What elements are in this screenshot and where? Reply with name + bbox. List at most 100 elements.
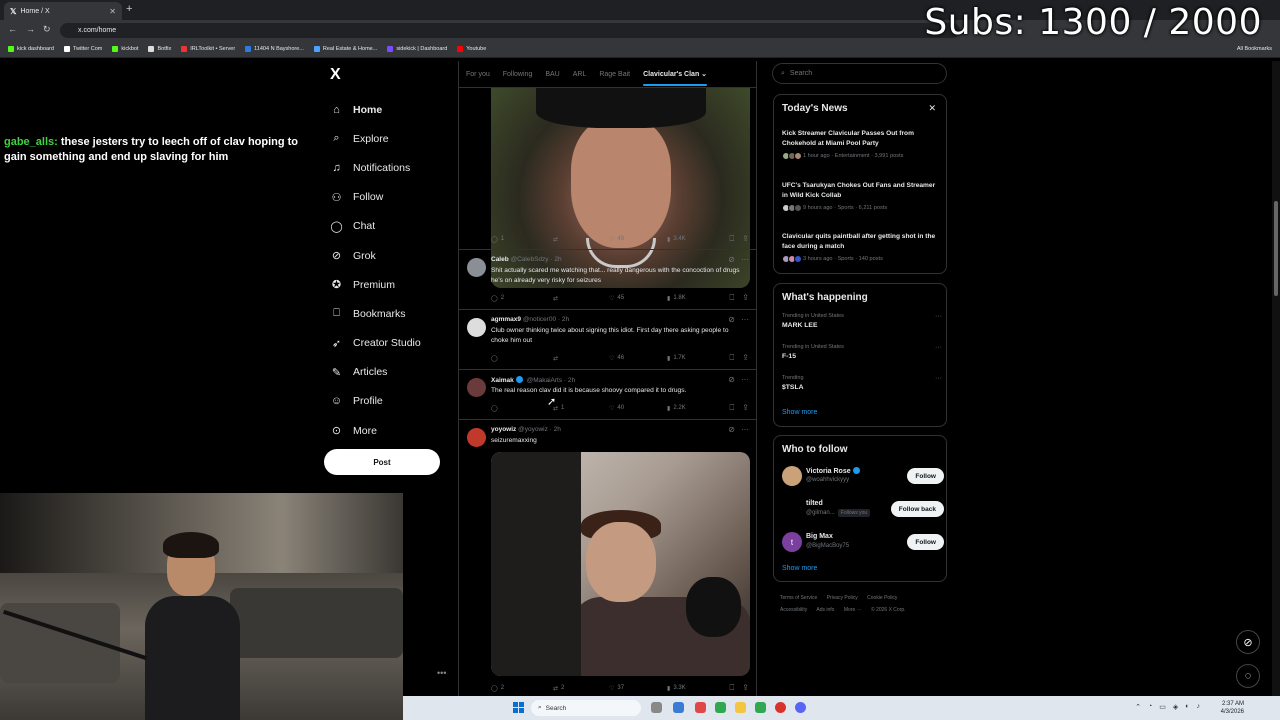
share-icon[interactable]: ⇪ — [742, 403, 749, 413]
reply-button[interactable]: ◯ 2 — [491, 685, 553, 692]
bookmark[interactable]: Botfix — [148, 46, 171, 52]
bookmark[interactable]: kickbot — [112, 46, 138, 52]
bookmark[interactable]: Youtube — [457, 46, 486, 52]
tweet[interactable]: agmmax9 @noticer00 · 2h ⊘ ··· Club owner … — [459, 309, 756, 368]
nav-notifications[interactable]: ♫ Notifications — [330, 153, 460, 182]
tab-arl[interactable]: ARL — [573, 71, 587, 78]
file-explorer-icon[interactable] — [735, 702, 746, 713]
url-field[interactable]: x.com/home — [60, 23, 960, 38]
share-icon[interactable]: ⇪ — [742, 234, 749, 244]
trend-item[interactable]: Trending in United States MARK LEE ··· — [782, 313, 942, 329]
nav-grok[interactable]: ⊘ Grok — [330, 241, 460, 270]
repost-button[interactable]: ⇄ — [553, 355, 609, 362]
discord-icon[interactable] — [795, 702, 806, 713]
footer-link[interactable]: Accessibility — [780, 607, 807, 613]
tweet-media-video[interactable] — [491, 452, 750, 676]
bookmark[interactable]: IRLToolkit • Server — [181, 46, 235, 52]
repost-button[interactable]: ⇄ — [553, 295, 609, 302]
news-item[interactable]: UFC's Tsarukyan Chokes Out Fans and Stre… — [782, 181, 942, 212]
follow-suggestion[interactable]: Victoria Rose @woahhvickyyy Follow — [782, 464, 944, 490]
like-button[interactable]: ♡ 46 — [609, 355, 667, 362]
more-icon[interactable]: ··· — [935, 313, 942, 320]
nav-articles[interactable]: ✎ Articles — [330, 358, 460, 387]
chrome-icon[interactable] — [775, 702, 786, 713]
views-button[interactable]: ▮ 1.8K — [667, 295, 725, 302]
scrollbar[interactable] — [1272, 61, 1280, 696]
grok-icon[interactable]: ⊘ — [1236, 630, 1260, 654]
nav-chat[interactable]: ◯ Chat — [330, 212, 460, 241]
share-icon[interactable]: ⇪ — [742, 353, 749, 363]
news-item[interactable]: Kick Streamer Clavicular Passes Out from… — [782, 129, 942, 160]
post-button[interactable]: Post — [324, 449, 440, 475]
avatar[interactable] — [467, 378, 486, 397]
bookmark[interactable]: Real Estate & Home... — [313, 46, 377, 52]
app-icon[interactable] — [695, 702, 706, 713]
search-input[interactable]: ⌕ Search — [772, 63, 947, 84]
nav-premium[interactable]: ✪ Premium — [330, 270, 460, 299]
follow-suggestion[interactable]: t Big Max @BigMacBoy75 Follow — [782, 530, 944, 556]
reload-icon[interactable]: ↻ — [43, 24, 51, 35]
more-icon[interactable]: ··· — [741, 375, 749, 384]
repost-button[interactable]: ⇄ 1 — [553, 405, 609, 412]
avatar[interactable] — [782, 499, 802, 519]
like-button[interactable]: ♡ 40 — [609, 405, 667, 412]
footer-link[interactable]: Cookie Policy — [867, 595, 897, 601]
grok-icon[interactable]: ⊘ — [728, 375, 735, 384]
avatar[interactable]: t — [782, 532, 802, 552]
taskbar-search[interactable]: ⌕ Search — [531, 700, 641, 716]
bookmark[interactable]: Twitter Com — [64, 46, 102, 52]
news-item[interactable]: Clavicular quits paintball after getting… — [782, 232, 942, 263]
reply-button[interactable]: ◯ — [491, 355, 553, 362]
avatar[interactable] — [467, 258, 486, 277]
account-menu-icon[interactable]: ••• — [437, 668, 446, 678]
like-button[interactable]: ♡ 37 — [609, 685, 667, 692]
tweet[interactable]: Xaimak @MakaiArts · 2h ⊘ ··· The real rea… — [459, 369, 756, 418]
more-icon[interactable]: ··· — [741, 315, 749, 324]
show-more-link[interactable]: Show more — [782, 409, 817, 416]
nav-home[interactable]: ⌂ Home — [330, 95, 460, 124]
tab-bau[interactable]: BAU — [545, 71, 559, 78]
forward-icon[interactable]: → — [26, 24, 35, 34]
follow-button[interactable]: Follow — [907, 468, 944, 484]
app-icon[interactable] — [715, 702, 726, 713]
footer-link[interactable]: More ··· — [844, 607, 862, 613]
more-icon[interactable]: ··· — [935, 344, 942, 351]
app-icon[interactable] — [673, 702, 684, 713]
share-icon[interactable]: ⇪ — [742, 293, 749, 303]
nav-explore[interactable]: ⌕ Explore — [330, 124, 460, 153]
tweet[interactable]: yoyowiz @yoyowiz · 2h ⊘ ··· seizuremaxxin… — [459, 419, 756, 696]
clock[interactable]: 2:37 AM 4/3/2026 — [1221, 700, 1244, 716]
bookmark-icon[interactable]: ⎕ — [729, 403, 734, 413]
like-button[interactable]: ♡ 45 — [609, 295, 667, 302]
task-view-icon[interactable] — [651, 702, 662, 713]
share-icon[interactable]: ⇪ — [742, 683, 749, 693]
bookmark[interactable]: 11404 N Bayshore... — [245, 46, 304, 52]
messages-icon[interactable]: ◌ — [1236, 664, 1260, 688]
avatar[interactable] — [467, 318, 486, 337]
new-tab-icon[interactable]: + — [126, 3, 132, 15]
all-bookmarks[interactable]: All Bookmarks — [1237, 46, 1272, 52]
follow-suggestion[interactable]: tilted @gilman... Follows you Follow back — [782, 497, 944, 523]
back-icon[interactable]: ← — [8, 24, 17, 34]
views-button[interactable]: ▮ 3.3K — [667, 685, 725, 692]
more-icon[interactable]: ··· — [741, 425, 749, 434]
bookmark-icon[interactable]: ⎕ — [729, 353, 734, 363]
reply-button[interactable]: ◯ 1 — [491, 236, 553, 243]
views-button[interactable]: ▮ 3.4K — [667, 236, 725, 243]
x-logo-icon[interactable]: X — [330, 66, 341, 84]
like-button[interactable]: ♡ 49 — [609, 236, 667, 243]
more-icon[interactable]: ··· — [741, 255, 749, 264]
nav-profile[interactable]: ☺ Profile — [330, 387, 460, 416]
footer-link[interactable]: Privacy Policy — [827, 595, 858, 601]
follow-back-button[interactable]: Follow back — [890, 501, 944, 517]
system-tray[interactable]: ⌃ ◔ ▭ ◈ ◐ ♪ — [1135, 703, 1200, 711]
close-icon[interactable]: ✕ — [928, 103, 936, 114]
trend-item[interactable]: Trending $TSLA ··· — [782, 375, 942, 391]
nav-creator-studio[interactable]: ➶ Creator Studio — [330, 329, 460, 358]
show-more-link[interactable]: Show more — [782, 565, 817, 572]
bookmark-icon[interactable]: ⎕ — [729, 293, 734, 303]
grok-icon[interactable]: ⊘ — [728, 255, 735, 264]
follow-button[interactable]: Follow — [907, 534, 944, 550]
bookmark-icon[interactable]: ⎕ — [729, 234, 734, 244]
browser-tab[interactable]: 𝕏 Home / X ✕ — [4, 2, 122, 20]
